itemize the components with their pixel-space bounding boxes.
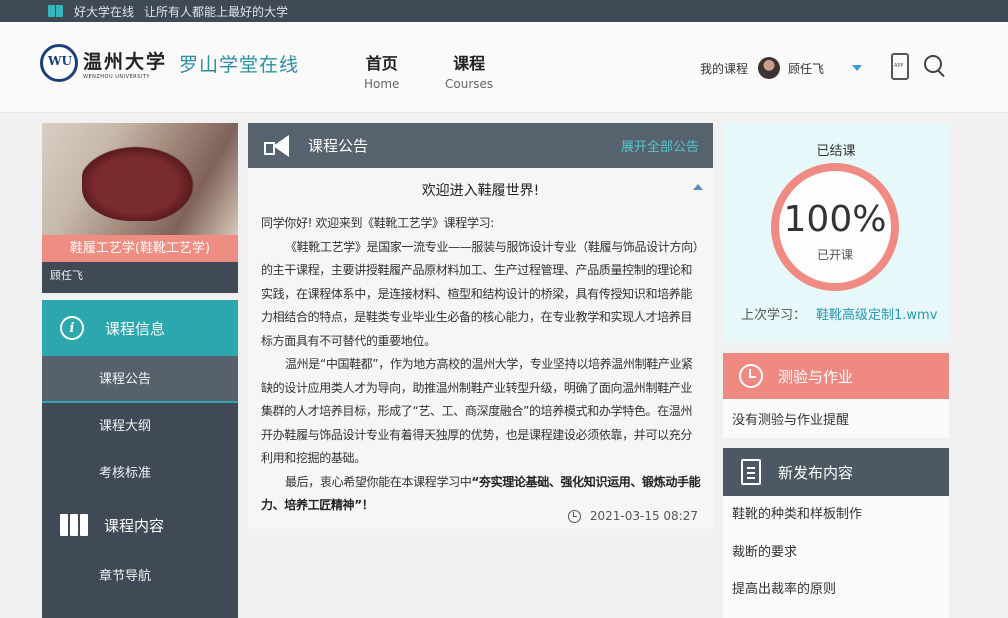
sidebar-item-chapters[interactable]: 章节导航: [42, 553, 238, 600]
last-study: 上次学习： 鞋靴高级定制1.wmv: [741, 304, 937, 323]
nav-courses[interactable]: 课程 Courses: [445, 50, 493, 91]
info-icon: i: [60, 316, 84, 340]
last-study-label: 上次学习：: [741, 308, 807, 323]
announcement-date-text: 2021-03-15 08:27: [589, 509, 698, 523]
university-name-cn: 温州大学: [83, 50, 168, 73]
nav-home[interactable]: 首页 Home: [364, 50, 399, 91]
announcement-date: 2021-03-15 08:27: [567, 509, 698, 523]
username[interactable]: 顾任飞: [788, 60, 824, 77]
announcement-title-text: 欢迎进入鞋履世界!: [421, 183, 540, 199]
alarm-clock-icon: [739, 364, 763, 388]
announcement-panel: 课程公告 展开全部公告 欢迎进入鞋履世界! 同学你好! 欢迎来到《鞋靴工艺学》课…: [248, 123, 713, 529]
university-name-en: WENZHOU UNIVERSITY: [83, 73, 150, 80]
quiz-title: 测验与作业: [778, 367, 854, 386]
platform-name: 罗山学堂在线: [179, 53, 300, 76]
clipboard-icon: [741, 459, 761, 485]
top-strip: 好大学在线 让所有人都能上最好的大学: [0, 0, 1008, 22]
course-status-card: 已结课 100% 已开课 上次学习： 鞋靴高级定制1.wmv: [723, 123, 949, 343]
search-icon[interactable]: [924, 55, 946, 79]
expand-all-link[interactable]: 展开全部公告: [621, 136, 699, 155]
sidebar-item-announcements[interactable]: 课程公告: [42, 356, 238, 403]
megaphone-icon: [264, 134, 292, 157]
course-state: 已结课: [816, 144, 856, 159]
announcement-greeting: 同学你好! 欢迎来到《鞋靴工艺学》课程学习:: [261, 216, 494, 230]
nav-courses-label: 课程: [453, 54, 486, 73]
announcement-closing: 最后，衷心希望你能在本课程学习中: [285, 474, 472, 489]
chevron-down-icon[interactable]: [852, 65, 863, 71]
quiz-empty-message: 没有测验与作业提醒: [723, 399, 949, 438]
progress-subtitle: 已开课: [816, 248, 853, 262]
news-item[interactable]: 裁断的要求: [723, 540, 949, 578]
news-header: 新发布内容: [723, 448, 949, 496]
header: 温州大学 WENZHOU UNIVERSITY 罗山学堂在线 首页 Home 课…: [0, 22, 1008, 113]
university-name: 温州大学 WENZHOU UNIVERSITY: [83, 47, 167, 80]
announcement-title[interactable]: 欢迎进入鞋履世界!: [248, 180, 713, 200]
news-list: 鞋靴的种类和样板制作 裁断的要求 提高出裁率的原则: [723, 496, 949, 618]
site-name[interactable]: 好大学在线: [74, 3, 134, 20]
university-seal-icon: [40, 44, 78, 82]
sidebar-item-assessment[interactable]: 考核标准: [42, 450, 238, 497]
nav-courses-en: Courses: [445, 77, 494, 91]
my-courses-link[interactable]: 我的课程: [700, 60, 748, 77]
books-icon: [60, 514, 88, 536]
side-menu: i 课程信息 课程公告 课程大纲 考核标准 课程内容 章节导航: [42, 300, 238, 618]
course-info-title: 课程信息: [105, 319, 166, 338]
sidebar-item-syllabus[interactable]: 课程大纲: [42, 403, 238, 450]
clock-icon: [567, 509, 581, 523]
news-item[interactable]: 鞋靴的种类和样板制作: [723, 502, 949, 540]
announcement-paragraph: 《鞋靴工艺学》是国家一流专业——服装与服饰设计专业（鞋履与饰品设计方向）的主干课…: [261, 239, 699, 348]
course-teacher: 顾任飞: [50, 269, 83, 282]
quiz-header[interactable]: 测验与作业: [723, 353, 949, 399]
course-cover-image: [42, 123, 238, 235]
course-cover[interactable]: 鞋履工艺学(鞋靴工艺学) 顾任飞: [42, 123, 238, 293]
course-content-section[interactable]: 课程内容: [42, 497, 238, 553]
announcement-body: 同学你好! 欢迎来到《鞋靴工艺学》课程学习: 《鞋靴工艺学》是国家一流专业——服…: [248, 200, 713, 518]
news-item[interactable]: 提高出裁率的原则: [723, 577, 949, 615]
announcement-header: 课程公告 展开全部公告: [248, 123, 713, 168]
site-slogan: 让所有人都能上最好的大学: [144, 4, 289, 19]
progress-ring: 100% 已开课: [771, 163, 899, 291]
logo[interactable]: 温州大学 WENZHOU UNIVERSITY 罗山学堂在线: [40, 44, 299, 82]
course-title: 鞋履工艺学(鞋靴工艺学): [42, 235, 238, 262]
mobile-app-icon[interactable]: [891, 53, 909, 80]
progress-percent: 100%: [783, 199, 887, 240]
book-icon: [48, 4, 64, 18]
course-content-title: 课程内容: [104, 516, 165, 535]
nav-home-label: 首页: [365, 54, 398, 73]
collapse-icon[interactable]: [693, 184, 703, 190]
announcement-paragraph: 温州是“中国鞋都”，作为地方高校的温州大学，专业坚持以培养温州制鞋产业紧缺的设计…: [261, 357, 693, 465]
avatar[interactable]: [758, 57, 781, 79]
user-menu[interactable]: 我的课程 顾任飞: [700, 57, 863, 79]
announcement-header-title: 课程公告: [308, 137, 369, 155]
news-title: 新发布内容: [778, 463, 854, 482]
nav-home-en: Home: [364, 77, 400, 91]
course-info-section[interactable]: i 课程信息: [42, 300, 238, 356]
last-study-link[interactable]: 鞋靴高级定制1.wmv: [816, 308, 937, 323]
